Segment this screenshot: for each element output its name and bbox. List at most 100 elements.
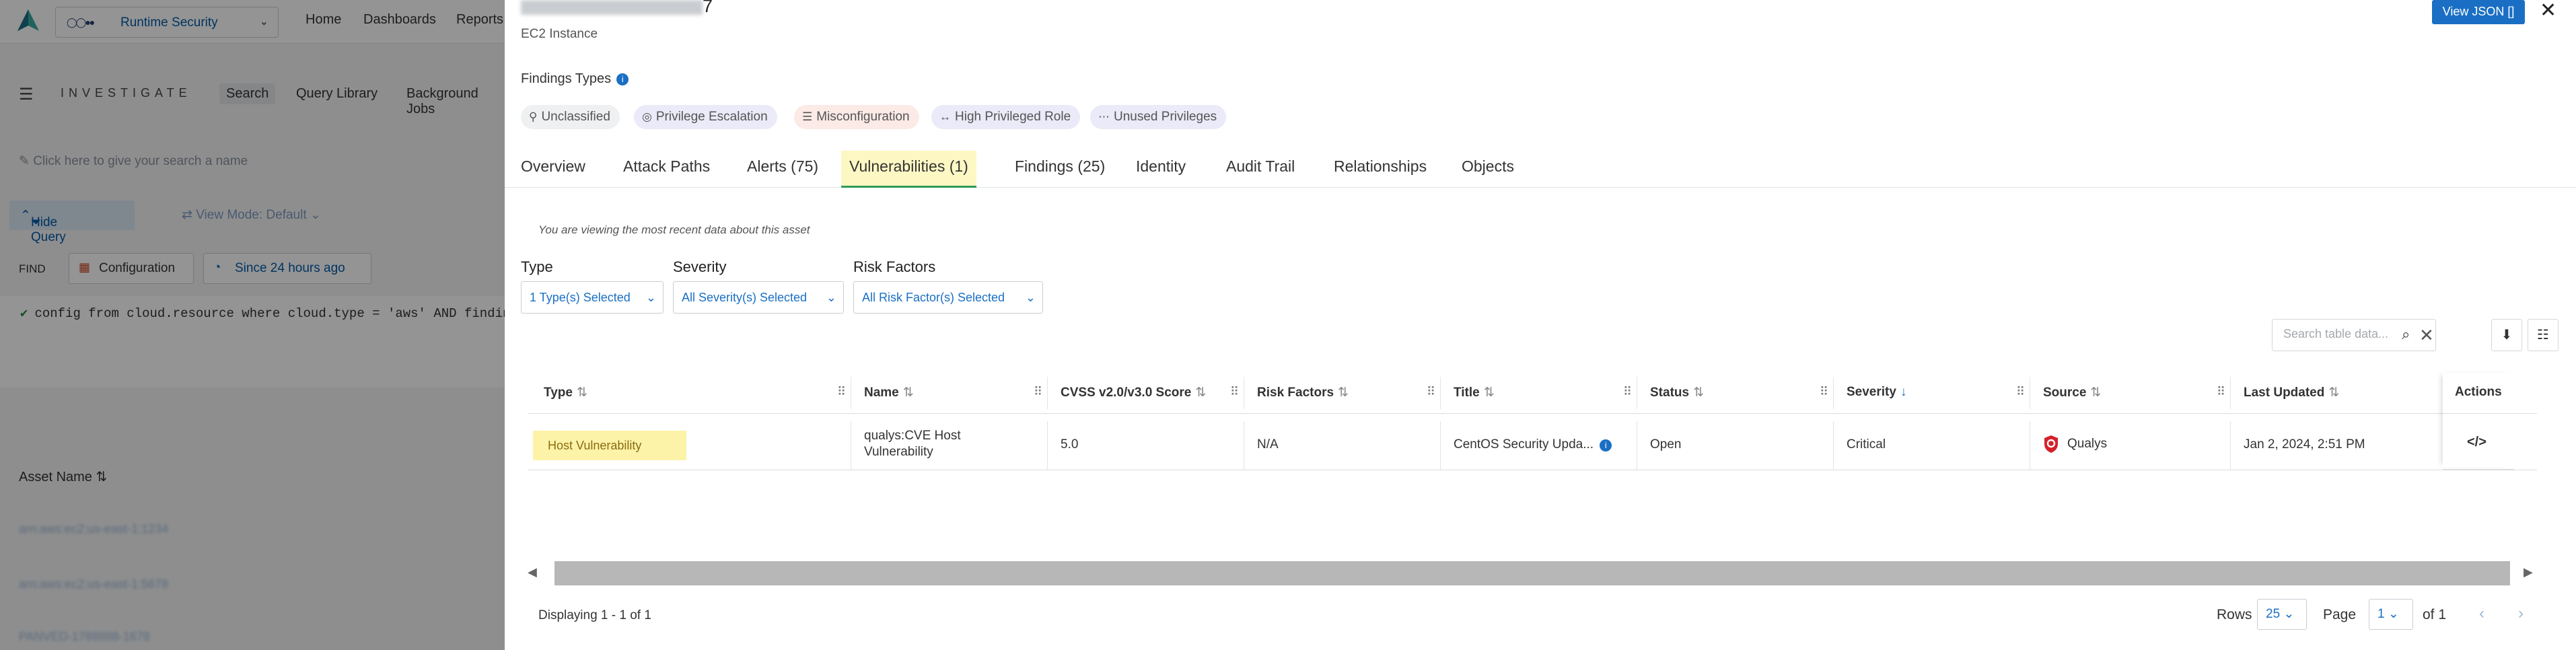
findings-types-label: Findings Types i bbox=[521, 71, 629, 87]
column-last-updated[interactable]: Last Updated ⇅ bbox=[2244, 385, 2339, 400]
clear-icon[interactable]: ✕ bbox=[2419, 325, 2434, 346]
drag-handle-icon[interactable]: ⠿ bbox=[1820, 385, 1828, 399]
horizontal-scrollbar[interactable]: ◀ ▶ bbox=[528, 558, 2537, 588]
row-divider bbox=[2443, 469, 2514, 470]
column-type[interactable]: Type ⇅ bbox=[544, 385, 587, 400]
cell-divider bbox=[1047, 421, 1048, 470]
info-icon[interactable]: i bbox=[616, 73, 629, 85]
column-title[interactable]: Title ⇅ bbox=[1454, 385, 1495, 400]
recent-data-notice: You are viewing the most recent data abo… bbox=[538, 223, 810, 236]
column-source-label: Source bbox=[2043, 386, 2087, 400]
drag-handle-icon[interactable]: ⠿ bbox=[2016, 385, 2025, 399]
column-divider[interactable] bbox=[2230, 377, 2231, 409]
qualys-shield-icon bbox=[2044, 435, 2058, 453]
cell-divider bbox=[1440, 421, 1441, 470]
tab-audit-trail[interactable]: Audit Trail bbox=[1218, 151, 1303, 186]
code-icon[interactable]: </> bbox=[2467, 435, 2486, 450]
page-select[interactable]: 1 ⌄ bbox=[2369, 599, 2413, 630]
tab-findings[interactable]: Findings (25) bbox=[1007, 151, 1113, 186]
column-last-updated-label: Last Updated bbox=[2244, 386, 2325, 400]
scroll-thumb[interactable] bbox=[554, 561, 2510, 585]
sort-icon: ⇅ bbox=[2090, 386, 2102, 400]
vuln-name: qualys:CVE Host Vulnerability bbox=[864, 428, 961, 460]
last-updated-value: Jan 2, 2024, 2:51 PM bbox=[2244, 437, 2365, 452]
search-icon: ⚲ bbox=[529, 110, 538, 123]
rows-per-page-value: 25 bbox=[2266, 607, 2281, 621]
drag-handle-icon[interactable]: ⠿ bbox=[1230, 385, 1239, 399]
column-risk-factors[interactable]: Risk Factors ⇅ bbox=[1257, 385, 1349, 400]
finding-chip-label: Unused Privileges bbox=[1114, 110, 1217, 124]
modal-overlay[interactable] bbox=[0, 0, 505, 650]
type-badge: Host Vulnerability bbox=[533, 431, 686, 460]
scroll-left-icon[interactable]: ◀ bbox=[528, 565, 537, 579]
drag-handle-icon[interactable]: ⠿ bbox=[837, 385, 846, 399]
risk-factors-value: N/A bbox=[1257, 437, 1279, 452]
sort-icon: ⇅ bbox=[1338, 386, 1349, 400]
tab-relationships[interactable]: Relationships bbox=[1326, 151, 1435, 186]
table-row[interactable]: Host Vulnerability qualys:CVE Host Vulner… bbox=[528, 421, 2537, 470]
chevron-down-icon: ⌄ bbox=[1025, 291, 1036, 304]
asset-title: 7 bbox=[521, 0, 713, 17]
drag-handle-icon[interactable]: ⠿ bbox=[1427, 385, 1435, 399]
drag-handle-icon[interactable]: ⠿ bbox=[1623, 385, 1632, 399]
severity-filter-value: All Severity(s) Selected bbox=[682, 291, 808, 304]
tab-vulnerabilities[interactable]: Vulnerabilities (1) bbox=[841, 151, 976, 188]
column-settings-icon[interactable]: ☷ bbox=[2528, 319, 2559, 351]
column-risk-factors-label: Risk Factors bbox=[1257, 386, 1334, 400]
finding-chip[interactable]: ⚲ Unclassified bbox=[521, 105, 620, 129]
type-filter-value: 1 Type(s) Selected bbox=[530, 291, 631, 304]
table-search-box: ⌕ ✕ bbox=[2272, 319, 2436, 351]
close-icon[interactable]: ✕ bbox=[2540, 0, 2556, 22]
type-filter-select[interactable]: 1 Type(s) Selected ⌄ bbox=[521, 281, 664, 314]
tab-identity[interactable]: Identity bbox=[1128, 151, 1194, 186]
sort-icon: ⇅ bbox=[2328, 386, 2340, 400]
source-cell: Qualys bbox=[2043, 435, 2107, 454]
chevron-down-icon: ⌄ bbox=[2388, 607, 2399, 621]
info-icon[interactable]: i bbox=[1600, 439, 1612, 452]
column-status[interactable]: Status ⇅ bbox=[1650, 385, 1704, 400]
drag-handle-icon[interactable]: ⠿ bbox=[1034, 385, 1042, 399]
table-search-input[interactable] bbox=[2282, 326, 2392, 342]
rows-per-page-select[interactable]: 25 ⌄ bbox=[2257, 599, 2307, 630]
column-severity[interactable]: Severity ↓ bbox=[1847, 385, 1906, 400]
tab-alerts[interactable]: Alerts (75) bbox=[739, 151, 826, 186]
page-of-label: of 1 bbox=[2423, 607, 2447, 622]
tab-objects[interactable]: Objects bbox=[1454, 151, 1522, 186]
type-filter-label: Type bbox=[521, 258, 553, 275]
severity-filter-select[interactable]: All Severity(s) Selected ⌄ bbox=[673, 281, 844, 314]
vuln-title-text: CentOS Security Upda... bbox=[1454, 437, 1594, 452]
view-json-button[interactable]: View JSON [] bbox=[2432, 0, 2525, 24]
column-divider[interactable] bbox=[1440, 377, 1441, 409]
download-icon[interactable]: ⬇ bbox=[2491, 319, 2522, 351]
scroll-right-icon[interactable]: ▶ bbox=[2524, 565, 2533, 579]
column-status-label: Status bbox=[1650, 386, 1690, 400]
tab-attack-paths[interactable]: Attack Paths bbox=[615, 151, 718, 186]
source-value: Qualys bbox=[2067, 437, 2108, 452]
search-icon[interactable]: ⌕ bbox=[2402, 326, 2410, 343]
risk-factors-filter-select[interactable]: All Risk Factor(s) Selected ⌄ bbox=[853, 281, 1043, 314]
finding-chip[interactable]: ◎ Privilege Escalation bbox=[634, 105, 777, 129]
next-page-icon[interactable]: › bbox=[2518, 604, 2524, 623]
finding-chip[interactable]: ↔ High Privileged Role bbox=[931, 105, 1081, 129]
finding-chip-label: High Privileged Role bbox=[955, 110, 1071, 124]
finding-chip[interactable]: ⋯ Unused Privileges bbox=[1090, 105, 1227, 129]
column-divider[interactable] bbox=[1047, 377, 1048, 409]
header-divider bbox=[2443, 413, 2514, 414]
status-value: Open bbox=[1650, 437, 1682, 452]
column-cvss[interactable]: CVSS v2.0/v3.0 Score ⇅ bbox=[1061, 385, 1206, 400]
finding-chip[interactable]: ☰ Misconfiguration bbox=[794, 105, 919, 129]
sort-icon: ⇅ bbox=[576, 386, 587, 400]
redacted-id bbox=[521, 0, 703, 15]
displaying-count: Displaying 1 - 1 of 1 bbox=[538, 608, 651, 622]
column-divider[interactable] bbox=[1833, 377, 1834, 409]
chevron-down-icon: ⌄ bbox=[2283, 607, 2295, 621]
prev-page-icon[interactable]: ‹ bbox=[2479, 604, 2484, 623]
privilege-escalation-icon: ◎ bbox=[642, 110, 652, 123]
column-source[interactable]: Source ⇅ bbox=[2043, 385, 2101, 400]
tab-overview[interactable]: Overview bbox=[513, 151, 594, 186]
vuln-name-line1: qualys:CVE Host bbox=[864, 429, 961, 443]
sort-icon: ⇅ bbox=[902, 386, 914, 400]
column-name[interactable]: Name ⇅ bbox=[864, 385, 914, 400]
drag-handle-icon[interactable]: ⠿ bbox=[2217, 385, 2225, 399]
asset-subtitle: EC2 Instance bbox=[521, 27, 598, 41]
